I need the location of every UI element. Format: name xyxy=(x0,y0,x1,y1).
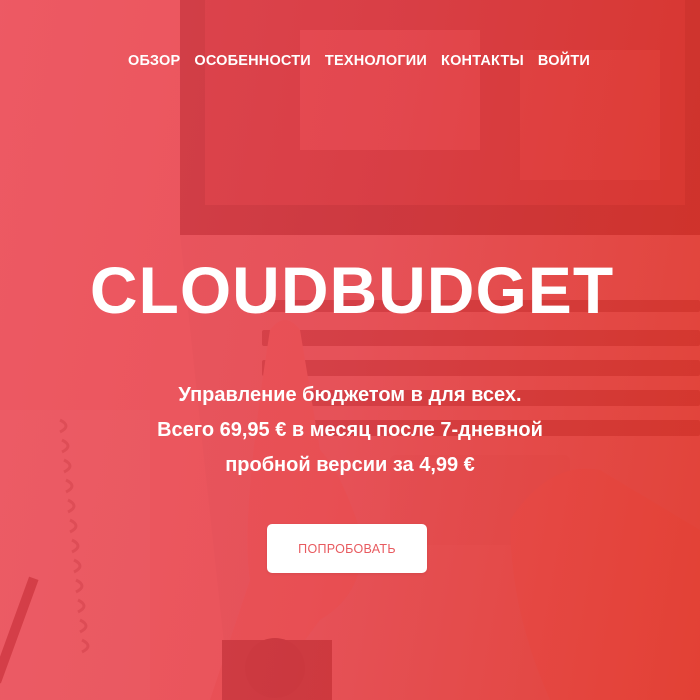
subtitle-line: Всего 69,95 € в месяц после 7-дневной xyxy=(157,419,543,441)
nav-item-features[interactable]: ОСОБЕННОСТИ xyxy=(194,53,311,69)
subtitle-line: пробной версии за 4,99 € xyxy=(225,454,475,476)
page-title: CLOUDBUDGET xyxy=(89,253,615,327)
try-button[interactable]: ПОПРОБОВАТЬ xyxy=(267,524,427,573)
main-nav: ОБЗОР ОСОБЕННОСТИ ТЕХНОЛОГИИ КОНТАКТЫ ВО… xyxy=(0,53,700,69)
color-overlay xyxy=(0,0,700,700)
nav-item-overview[interactable]: ОБЗОР xyxy=(128,53,180,69)
hero-section: ОБЗОР ОСОБЕННОСТИ ТЕХНОЛОГИИ КОНТАКТЫ ВО… xyxy=(0,0,700,700)
nav-item-login[interactable]: ВОЙТИ xyxy=(538,53,590,69)
nav-item-contacts[interactable]: КОНТАКТЫ xyxy=(441,53,524,69)
hero-subtitle: Управление бюджетом в для всех. Всего 69… xyxy=(0,378,700,483)
nav-item-technologies[interactable]: ТЕХНОЛОГИИ xyxy=(325,53,427,69)
subtitle-line: Управление бюджетом в для всех. xyxy=(178,384,522,406)
